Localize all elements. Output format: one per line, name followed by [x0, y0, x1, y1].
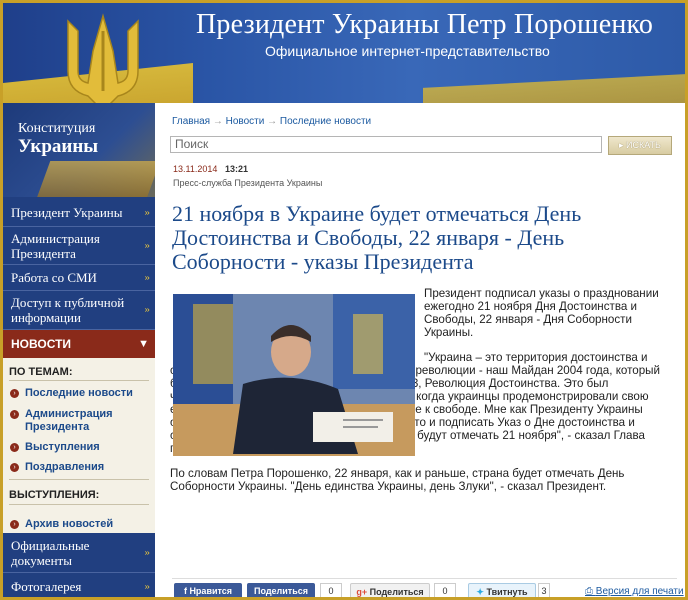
constitution-banner[interactable]: Конституция Украины: [3, 103, 155, 197]
president-signing-photo: [173, 294, 415, 456]
news-subpanel: ПО ТЕМАМ: › Последние новости › Админист…: [3, 358, 155, 533]
constitution-label-line1: Конституция: [18, 121, 96, 136]
facebook-count: 0: [320, 583, 342, 597]
article-source: Пресс-служба Президента Украины: [173, 178, 323, 188]
facebook-like-button[interactable]: f Нравится: [174, 583, 242, 597]
chevron-right-icon: »: [144, 239, 151, 251]
breadcrumb: Главная → Новости → Последние новости: [172, 116, 371, 127]
facebook-share-button[interactable]: Поделиться: [247, 583, 315, 597]
sidebar: Конституция Украины Президент Украины» А…: [3, 103, 155, 597]
article-date: 13.11.2014: [173, 164, 218, 174]
speeches-heading: ВЫСТУПЛЕНИЯ:: [9, 489, 100, 501]
sidebar-item-documents[interactable]: Официальные документы»: [3, 533, 155, 573]
search-input[interactable]: Поиск: [170, 136, 602, 153]
chevron-right-icon: »: [144, 271, 151, 283]
search-arrow-icon: ▸: [619, 140, 627, 150]
breadcrumb-separator-icon: →: [212, 116, 223, 127]
bullet-icon: ›: [10, 443, 19, 452]
search-button[interactable]: ▸ ИСКАТЬ: [608, 136, 672, 155]
chevron-right-icon: »: [144, 580, 151, 592]
breadcrumb-home[interactable]: Главная: [172, 116, 210, 127]
printer-icon: ⎙: [585, 586, 596, 597]
constitution-label-line2: Украины: [18, 136, 99, 157]
topic-administration[interactable]: Администрация Президента: [25, 408, 125, 434]
main-content: Главная → Новости → Последние новости По…: [155, 103, 685, 597]
chevron-right-icon: »: [144, 303, 151, 316]
twitter-count: 3: [538, 583, 550, 597]
article-photo[interactable]: [173, 294, 415, 456]
google-plus-icon: g+: [356, 587, 370, 597]
google-plus-count: 0: [434, 583, 456, 597]
twitter-tweet-button[interactable]: ✦ Твитнуть: [468, 583, 536, 597]
chevron-right-icon: »: [144, 206, 151, 218]
page-frame: Президент Украины Петр Порошенко Официал…: [0, 0, 688, 600]
sidebar-item-media[interactable]: Работа со СМИ»: [3, 265, 155, 291]
chevron-right-icon: »: [144, 546, 151, 558]
site-header: Президент Украины Петр Порошенко Официал…: [3, 3, 685, 103]
bullet-icon: ›: [10, 463, 19, 472]
bullet-icon: ›: [10, 520, 19, 529]
print-version-link[interactable]: ⎙ Версия для печати: [585, 586, 684, 597]
site-subtitle: Официальное интернет-представительство: [265, 43, 550, 59]
sidebar-item-public-info[interactable]: Доступ к публичной информации»: [3, 291, 155, 330]
topic-greetings[interactable]: Поздравления: [25, 461, 104, 474]
site-title: Президент Украины Петр Порошенко: [196, 9, 654, 40]
archive-link[interactable]: Архив новостей: [25, 518, 113, 531]
trident-emblem-icon: [67, 13, 139, 103]
topic-speeches[interactable]: Выступления: [25, 441, 100, 454]
book-image: [35, 161, 155, 197]
breadcrumb-latest[interactable]: Последние новости: [280, 116, 371, 127]
sidebar-item-news[interactable]: НОВОСТИ ▼: [3, 330, 155, 358]
chevron-down-icon: ▼: [138, 338, 149, 350]
breadcrumb-news[interactable]: Новости: [226, 116, 265, 127]
breadcrumb-separator-icon: →: [267, 116, 278, 127]
bullet-icon: ›: [10, 410, 19, 419]
sidebar-item-administration[interactable]: Администрация Президента»: [3, 227, 155, 265]
topic-latest-news[interactable]: Последние новости: [25, 387, 133, 400]
article-title: 21 ноября в Украине будет отмечаться Ден…: [172, 201, 582, 274]
sidebar-item-president[interactable]: Президент Украины»: [3, 199, 155, 227]
share-bar: f Нравится Поделиться 0 g+ Поделиться 0 …: [172, 578, 684, 597]
google-plus-share-button[interactable]: g+ Поделиться: [350, 583, 430, 597]
article-time: 13:21: [225, 164, 249, 174]
topics-heading: ПО ТЕМАМ:: [9, 366, 73, 378]
article-paragraph-3: По словам Петра Порошенко, 22 января, ка…: [170, 467, 625, 493]
sidebar-item-gallery[interactable]: Фотогалерея»: [3, 573, 155, 597]
twitter-bird-icon: ✦: [476, 587, 487, 597]
bullet-icon: ›: [10, 389, 19, 398]
